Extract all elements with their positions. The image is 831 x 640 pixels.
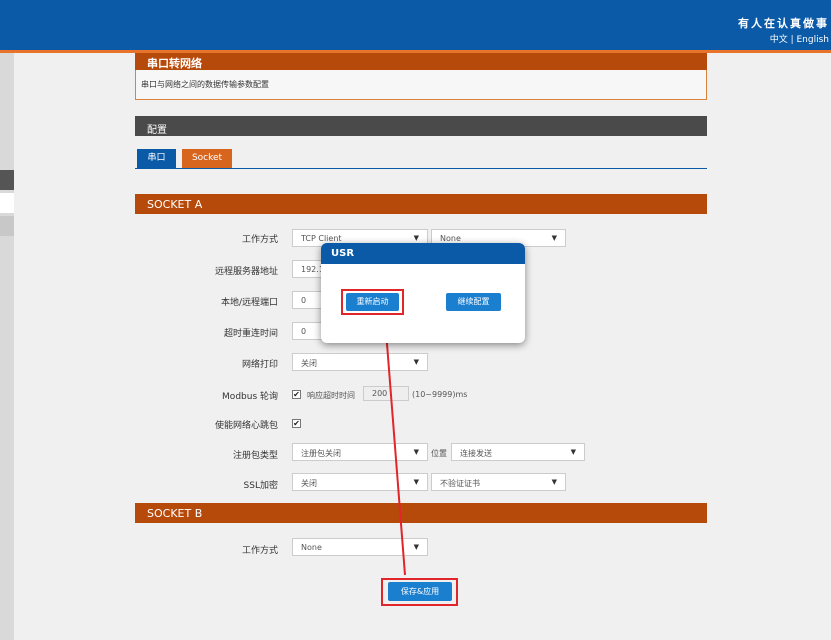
restart-dialog: USR 重新启动 继续配置 <box>321 243 525 343</box>
arrow-line <box>377 314 406 576</box>
dialog-title: USR <box>321 243 525 264</box>
continue-config-button[interactable]: 继续配置 <box>446 293 501 311</box>
restart-button[interactable]: 重新启动 <box>346 293 399 311</box>
